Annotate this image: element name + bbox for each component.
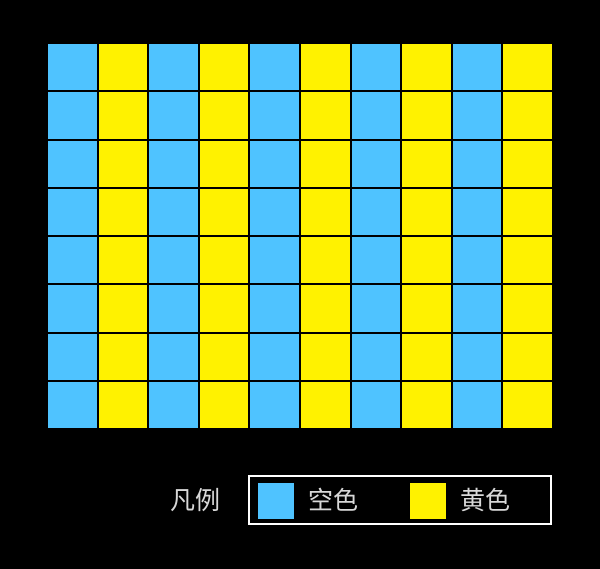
grid-cell <box>300 285 350 332</box>
grid-cell <box>452 188 502 235</box>
grid-cell <box>351 237 401 284</box>
grid-cell <box>503 140 552 187</box>
grid-cell <box>199 92 249 139</box>
grid-cell <box>452 44 502 91</box>
grid-cell <box>48 44 97 91</box>
grid-cell <box>250 285 299 332</box>
grid-cell <box>48 285 97 332</box>
grid-cell <box>199 140 249 187</box>
legend-box: 空色 黄色 <box>248 475 552 525</box>
grid-cell <box>300 188 350 235</box>
grid-cell <box>199 381 249 428</box>
grid-cell <box>452 381 502 428</box>
grid-cell <box>452 333 502 380</box>
legend-title: 凡例 <box>170 486 221 515</box>
grid-cell <box>149 44 198 91</box>
grid-cell <box>149 92 198 139</box>
grid-cell <box>402 44 451 91</box>
grid-cell <box>300 140 350 187</box>
grid-cell <box>250 381 299 428</box>
grid-cell <box>98 381 148 428</box>
grid-cell <box>351 44 401 91</box>
grid-cell <box>98 92 148 139</box>
grid-cell <box>300 92 350 139</box>
grid-cell <box>149 381 198 428</box>
grid-cell <box>452 140 502 187</box>
grid-cell <box>98 333 148 380</box>
grid-cell <box>300 333 350 380</box>
grid-cell <box>149 140 198 187</box>
grid-cell <box>98 140 148 187</box>
grid-cell <box>98 237 148 284</box>
grid-cell <box>250 188 299 235</box>
grid-cell <box>452 285 502 332</box>
grid-cell <box>48 381 97 428</box>
legend-label-yellow: 黄色 <box>460 486 511 515</box>
grid-cell <box>48 333 97 380</box>
grid-cell <box>452 92 502 139</box>
grid-cell <box>250 44 299 91</box>
grid-cell <box>199 285 249 332</box>
grid-cell <box>250 237 299 284</box>
grid-cell <box>300 237 350 284</box>
grid-cell <box>98 188 148 235</box>
grid-cell <box>199 188 249 235</box>
legend-swatch-yellow <box>410 483 446 519</box>
color-grid <box>48 44 552 428</box>
grid-cell <box>351 333 401 380</box>
grid-cell <box>402 140 451 187</box>
grid-cell <box>402 237 451 284</box>
legend-label-empty: 空色 <box>308 486 359 515</box>
grid-cell <box>402 188 451 235</box>
grid-cell <box>48 140 97 187</box>
grid-cell <box>351 92 401 139</box>
grid-cell <box>149 237 198 284</box>
grid-cell <box>351 140 401 187</box>
grid-cell <box>351 285 401 332</box>
grid-cell <box>503 188 552 235</box>
grid-cell <box>250 92 299 139</box>
grid-cell <box>149 188 198 235</box>
grid-cell <box>503 333 552 380</box>
grid-cell <box>149 285 198 332</box>
grid-cell <box>98 44 148 91</box>
grid-cell <box>199 333 249 380</box>
grid-cell <box>250 333 299 380</box>
grid-cell <box>149 333 198 380</box>
grid-cell <box>503 285 552 332</box>
grid-cell <box>98 285 148 332</box>
grid-cell <box>503 381 552 428</box>
grid-cell <box>250 140 299 187</box>
grid-cell <box>503 92 552 139</box>
grid-cell <box>199 44 249 91</box>
grid-cell <box>503 237 552 284</box>
grid-cell <box>402 285 451 332</box>
grid-cell <box>48 237 97 284</box>
grid-cell <box>402 333 451 380</box>
grid-cell <box>402 381 451 428</box>
legend-swatch-empty <box>258 483 294 519</box>
grid-cell <box>351 188 401 235</box>
grid-cell <box>48 92 97 139</box>
grid-cell <box>199 237 249 284</box>
grid-cell <box>300 381 350 428</box>
grid-cell <box>48 188 97 235</box>
grid-cell <box>452 237 502 284</box>
grid-cell <box>300 44 350 91</box>
grid-cell <box>503 44 552 91</box>
grid-cell <box>351 381 401 428</box>
grid-cell <box>402 92 451 139</box>
